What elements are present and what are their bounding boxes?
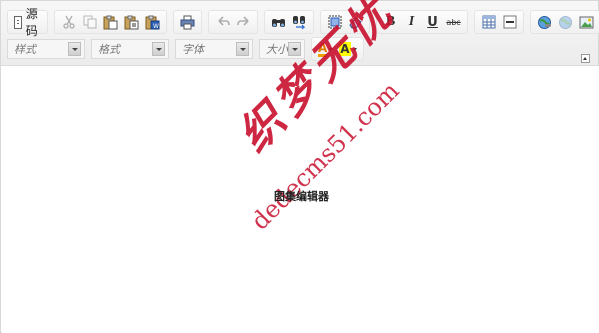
source-icon (14, 15, 22, 29)
link-button[interactable] (534, 12, 555, 32)
chevron-down-icon (152, 42, 165, 56)
paste-icon (103, 15, 118, 29)
redo-icon (236, 16, 249, 26)
strikethrough-button[interactable]: abc (443, 12, 464, 32)
paste-text-icon (124, 15, 139, 29)
style-select-value: 样式 (14, 43, 36, 56)
paste-word-button[interactable]: W (142, 12, 163, 32)
print-icon (180, 15, 195, 29)
undo-icon (217, 16, 230, 26)
underline-button[interactable]: U (422, 12, 443, 32)
paste-button[interactable] (100, 12, 121, 32)
svg-text:W: W (153, 23, 159, 30)
print-button[interactable] (177, 12, 198, 32)
source-group: 源码 (7, 7, 49, 38)
replace-icon (293, 15, 306, 29)
horizontal-rule-button[interactable] (499, 12, 520, 32)
table-icon (482, 15, 496, 29)
cut-button[interactable] (58, 12, 79, 32)
unlink-icon (559, 15, 573, 29)
collapse-toolbar-icon[interactable] (581, 54, 590, 63)
image-icon (579, 16, 594, 28)
find-button[interactable] (268, 12, 289, 32)
copy-button[interactable] (79, 12, 100, 32)
link-group (530, 10, 599, 34)
toolbar-row-1: 源码 W B I U abc (7, 7, 599, 38)
link-icon (538, 15, 552, 29)
font-select-value: 字体 (182, 43, 204, 56)
clipboard-group: W (54, 10, 168, 34)
history-group (208, 10, 259, 34)
undo-button[interactable] (212, 12, 233, 32)
style-select[interactable]: 样式 (7, 39, 85, 59)
rich-text-editor: 源码 W B I U abc 样式 格式 字体 大小 A A 织梦无忧 dede… (0, 0, 599, 333)
chevron-down-icon (68, 42, 81, 56)
format-select-value: 格式 (98, 43, 120, 56)
editor-center-text: 图集编辑器 (274, 190, 329, 203)
image-button[interactable] (576, 12, 597, 32)
editor-content-area[interactable]: 织梦无忧 dedecms51.com 图集编辑器 (2, 0, 599, 333)
unlink-button[interactable] (555, 12, 576, 32)
source-label: 源码 (25, 7, 38, 38)
paste-word-icon: W (145, 15, 160, 30)
cut-icon (62, 15, 75, 29)
horizontal-rule-icon (503, 15, 517, 29)
font-select[interactable]: 字体 (175, 39, 253, 59)
redo-button[interactable] (233, 12, 254, 32)
copy-icon (83, 15, 97, 29)
replace-button[interactable] (289, 12, 310, 32)
format-select[interactable]: 格式 (91, 39, 169, 59)
find-icon (272, 18, 286, 27)
source-button[interactable]: 源码 (11, 7, 44, 38)
table-button[interactable] (478, 12, 499, 32)
insert-group (474, 10, 525, 34)
print-group (173, 10, 203, 34)
paste-text-button[interactable] (121, 12, 142, 32)
chevron-down-icon (236, 42, 249, 56)
